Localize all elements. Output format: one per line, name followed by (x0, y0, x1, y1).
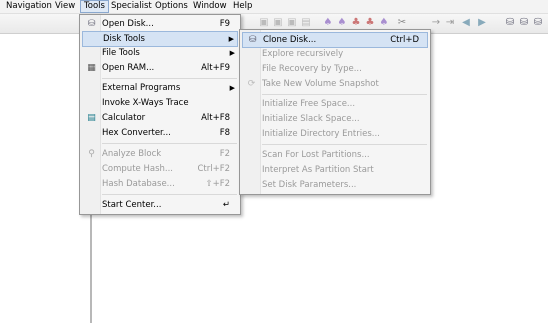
replace-icon[interactable]: ♣ (350, 17, 362, 29)
magnifier-icon: ⚲ (88, 149, 95, 159)
paste-icon[interactable]: ▣ (258, 17, 270, 29)
tools-item-calculator[interactable]: ▤ Calculator Alt+F8 (82, 111, 238, 125)
tools-item-open-ram[interactable]: ▦ Open RAM... Alt+F9 (82, 61, 238, 75)
snapshot-icon: ⟳ (247, 79, 256, 89)
disk-tools-item-clone-disk[interactable]: ⛁ Clone Disk... Ctrl+D (242, 32, 428, 48)
find-hex-icon[interactable]: ♠ (336, 17, 348, 29)
disk-tools-item-volume-snapshot[interactable]: ⟳ Take New Volume Snapshot (242, 77, 428, 91)
menu-separator (102, 78, 237, 79)
tools-item-start-center[interactable]: Start Center... ↵ (82, 198, 238, 212)
disk-tools-item-file-recovery[interactable]: File Recovery by Type... (242, 62, 428, 76)
calculator-icon: ▤ (87, 113, 96, 123)
disk-tools-item-scan-lost-partitions[interactable]: Scan For Lost Partitions... (242, 148, 428, 162)
forward-icon[interactable]: ▶ (476, 17, 488, 29)
disk-tools-item-init-slack-space[interactable]: Initialize Slack Space... (242, 112, 428, 126)
submenu-arrow-icon: ▶ (229, 84, 235, 92)
disk-tools-item-init-directory-entries[interactable]: Initialize Directory Entries... (242, 127, 428, 141)
disk-tools-item-interpret-partition-start[interactable]: Interpret As Partition Start (242, 163, 428, 177)
goto-offset-icon[interactable]: → (430, 17, 442, 29)
copy-block-icon[interactable]: ▣ (286, 17, 298, 29)
copy-icon[interactable]: ▣ (272, 17, 284, 29)
menu-tools[interactable]: Tools (80, 0, 109, 13)
menu-navigation[interactable]: Navigation (3, 1, 55, 12)
tools-item-hash-database[interactable]: Hash Database... ⇧+F2 (82, 177, 238, 191)
menu-separator (262, 94, 427, 95)
edit-icon[interactable]: ▤ (300, 17, 312, 29)
tools-item-invoke-trace[interactable]: Invoke X-Ways Trace (82, 96, 238, 110)
menu-separator (102, 143, 237, 144)
disk-clone-icon[interactable]: ⛁ (518, 17, 530, 29)
tools-menu: ⛁ Open Disk... F9 Disk Tools ▶ File Tool… (79, 14, 241, 215)
disk-tools-item-explore-recursively[interactable]: Explore recursively (242, 47, 428, 61)
disk-tools-submenu: ⛁ Clone Disk... Ctrl+D Explore recursive… (239, 29, 431, 195)
menubar: Navigation View Tools Specialist Options… (0, 0, 548, 14)
tools-item-open-disk[interactable]: ⛁ Open Disk... F9 (82, 17, 238, 31)
goto-sector-icon[interactable]: ⇥ (444, 17, 456, 29)
disk-clone-icon: ⛁ (248, 35, 257, 45)
tools-item-analyze-block[interactable]: ⚲ Analyze Block F2 (82, 147, 238, 161)
disk-tools-item-init-free-space[interactable]: Initialize Free Space... (242, 97, 428, 111)
find-text-icon[interactable]: ♠ (322, 17, 334, 29)
submenu-arrow-icon: ▶ (228, 35, 234, 43)
ram-chip-icon: ▦ (87, 63, 96, 73)
menu-separator (102, 194, 237, 195)
menu-specialist[interactable]: Specialist (108, 1, 155, 12)
menu-view[interactable]: View (52, 1, 78, 12)
tools-icon[interactable]: ✂ (396, 17, 408, 29)
menu-window[interactable]: Window (190, 1, 230, 12)
tools-item-hex-converter[interactable]: Hex Converter... F8 (82, 126, 238, 140)
back-icon[interactable]: ◀ (460, 17, 472, 29)
tools-item-disk-tools[interactable]: Disk Tools ▶ (82, 31, 238, 47)
menu-options[interactable]: Options (152, 1, 191, 12)
tools-item-external-programs[interactable]: External Programs ▶ (82, 81, 238, 95)
submenu-arrow-icon: ▶ (229, 49, 235, 57)
disk-icon[interactable]: ⛁ (504, 17, 516, 29)
disk-tools-item-set-disk-parameters[interactable]: Set Disk Parameters... (242, 178, 428, 192)
tools-item-compute-hash[interactable]: Compute Hash... Ctrl+F2 (82, 162, 238, 176)
find-again-icon[interactable]: ♠ (378, 17, 390, 29)
tools-item-file-tools[interactable]: File Tools ▶ (82, 46, 238, 60)
disk-icon: ⛁ (87, 19, 96, 29)
menu-help[interactable]: Help (230, 1, 255, 12)
menu-separator (262, 144, 427, 145)
replace-hex-icon[interactable]: ♣ (364, 17, 376, 29)
disk-tools-icon[interactable]: ⛁ (532, 17, 544, 29)
